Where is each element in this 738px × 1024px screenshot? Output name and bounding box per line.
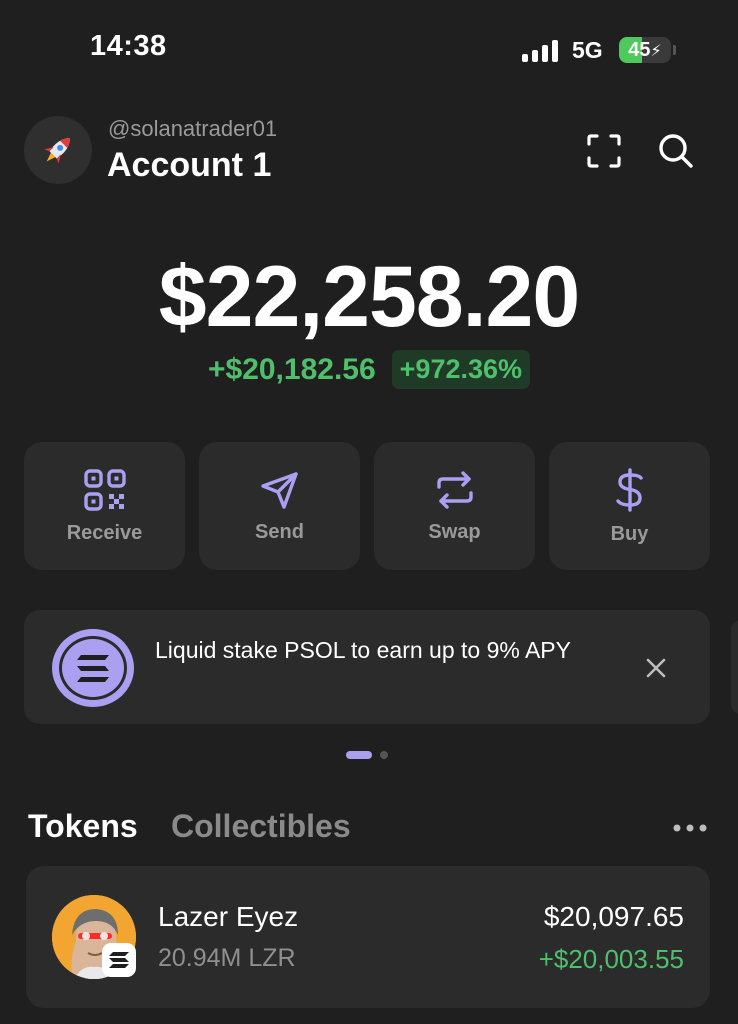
qr-code-icon bbox=[83, 468, 126, 511]
tab-tokens[interactable]: Tokens bbox=[28, 808, 138, 845]
total-balance: $22,258.20 bbox=[158, 249, 580, 345]
account-username[interactable]: @solanatrader01 bbox=[108, 116, 277, 142]
balance-change-percent-badge: +972.36% bbox=[391, 350, 531, 389]
receive-button[interactable]: Receive bbox=[24, 442, 185, 570]
carousel-dot-active[interactable] bbox=[346, 751, 372, 759]
receive-label: Receive bbox=[66, 521, 143, 544]
charging-bolt-icon: ⚡ bbox=[650, 43, 662, 60]
solana-logo-icon bbox=[52, 629, 134, 707]
send-button[interactable]: Send bbox=[199, 442, 360, 570]
cellular-signal-icon bbox=[522, 40, 562, 62]
promo-text: Liquid stake PSOL to earn up to 9% APY bbox=[155, 637, 571, 663]
send-icon bbox=[260, 471, 298, 509]
balance-change-amount: +$20,182.56 bbox=[207, 352, 376, 386]
swap-button[interactable]: Swap bbox=[374, 442, 535, 570]
token-value: $20,097.65 bbox=[543, 901, 684, 932]
rocket-icon bbox=[44, 137, 71, 164]
battery-level-text: 45⚡ bbox=[619, 37, 671, 63]
account-avatar[interactable] bbox=[24, 116, 92, 184]
search-icon bbox=[659, 134, 693, 168]
token-change: +$20,003.55 bbox=[538, 944, 684, 974]
account-name[interactable]: Account 1 bbox=[107, 146, 271, 185]
chain-badge bbox=[102, 943, 136, 977]
tab-collectibles[interactable]: Collectibles bbox=[171, 808, 351, 845]
send-label: Send bbox=[255, 520, 304, 543]
more-options-button[interactable] bbox=[668, 810, 712, 846]
battery-level-value: 45 bbox=[628, 39, 651, 61]
balance-change-row: +$20,182.56 +972.36% bbox=[0, 350, 738, 389]
buy-label: Buy bbox=[610, 522, 649, 545]
scan-icon bbox=[587, 134, 621, 168]
promo-logo bbox=[51, 628, 135, 708]
network-type: 5G bbox=[572, 37, 603, 63]
more-horizontal-icon bbox=[673, 824, 707, 832]
buy-button[interactable]: Buy bbox=[549, 442, 710, 570]
solana-chain-badge-icon bbox=[109, 952, 129, 968]
token-name: Lazer Eyez bbox=[158, 901, 299, 932]
promo-close-button[interactable] bbox=[638, 650, 674, 686]
battery-indicator: 45⚡ bbox=[619, 37, 671, 63]
swap-label: Swap bbox=[428, 520, 481, 543]
status-time: 14:38 bbox=[90, 30, 167, 62]
battery-cap bbox=[673, 45, 676, 55]
dollar-icon bbox=[615, 467, 643, 512]
swap-icon bbox=[436, 470, 473, 509]
search-button[interactable] bbox=[652, 127, 700, 175]
token-amount: 20.94M LZR bbox=[158, 944, 296, 972]
scan-button[interactable] bbox=[580, 127, 628, 175]
next-banner-peek bbox=[731, 620, 738, 714]
close-icon bbox=[646, 658, 666, 678]
carousel-dot[interactable] bbox=[380, 751, 388, 759]
